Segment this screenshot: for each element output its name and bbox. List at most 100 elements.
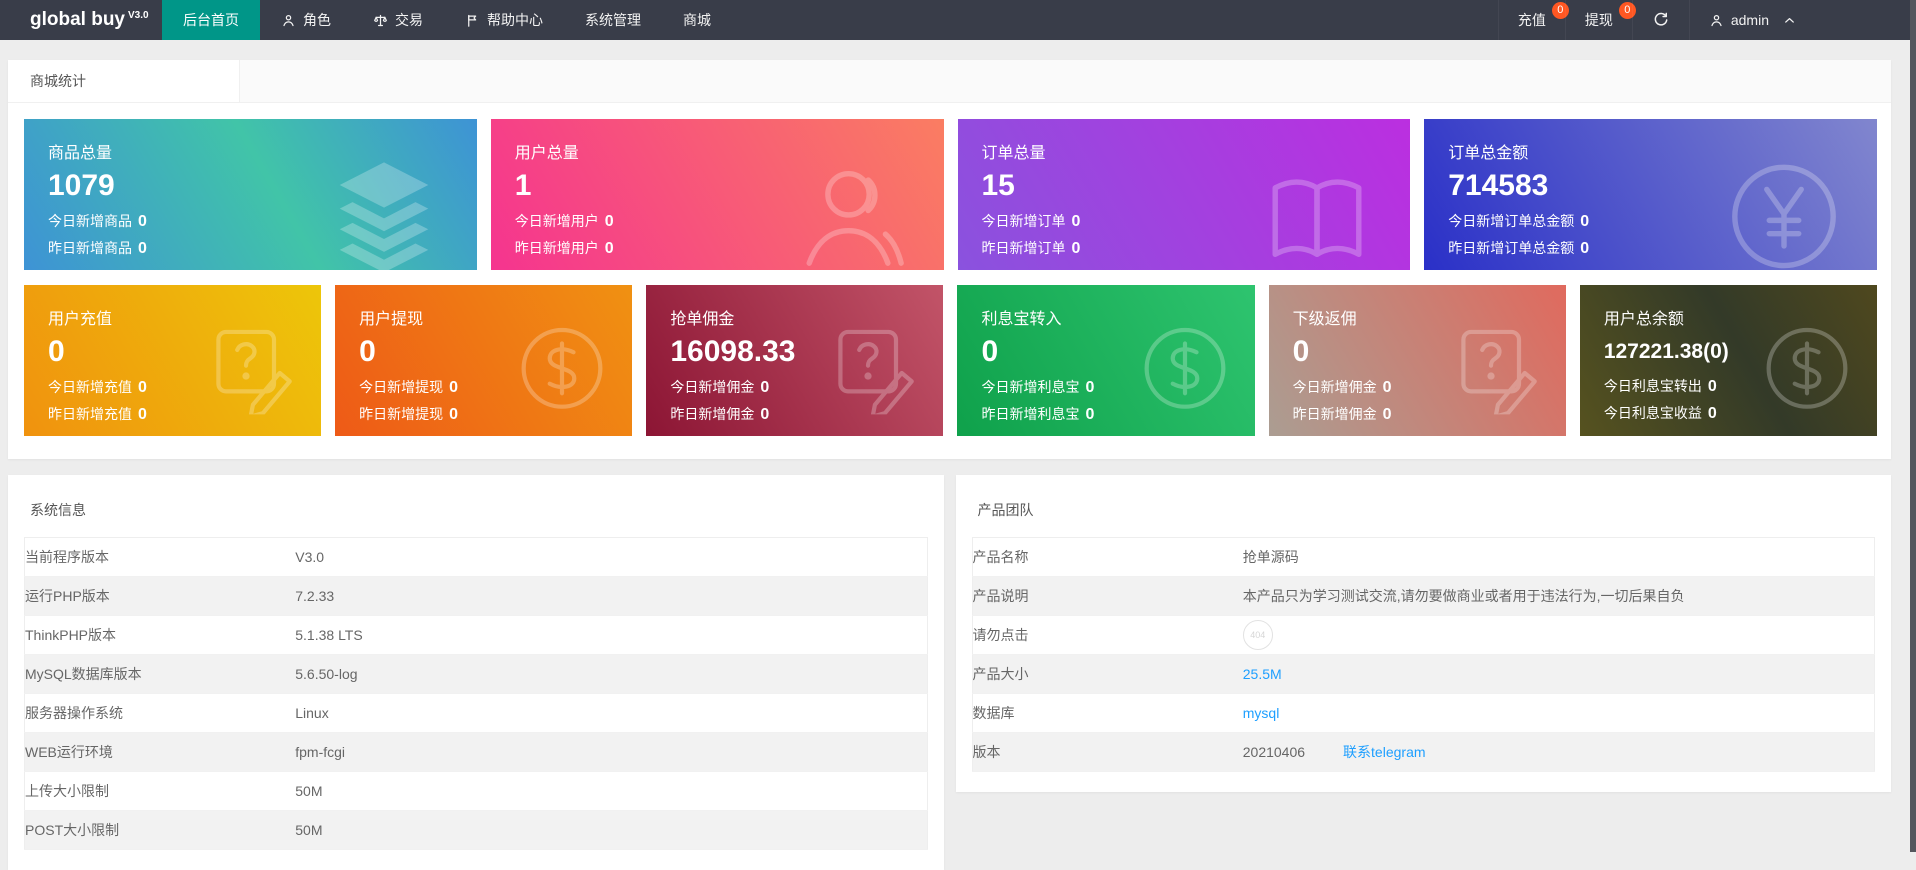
scale-icon	[373, 13, 388, 28]
row-value: 5.1.38 LTS	[295, 615, 927, 655]
nav-item-2[interactable]: 交易	[352, 0, 444, 40]
app-logo: global buy V3.0	[0, 0, 162, 40]
stat-card-doc-question-4: 下级返佣 0 今日新增佣金 0 昨日新增佣金 0	[1268, 285, 1566, 436]
table-row: 服务器操作系统 Linux	[24, 693, 927, 733]
product-team-table: 产品名称 抢单源码 产品说明 本产品只为学习测试交流,请勿要做商业或者用于违法行为,一…	[971, 537, 1875, 772]
telegram-link[interactable]: 联系telegram	[1343, 744, 1425, 760]
product-team-rows: 产品名称 抢单源码 产品说明 本产品只为学习测试交流,请勿要做商业或者用于违法行为,一…	[972, 537, 1875, 772]
table-row: 产品大小 25.5M	[972, 654, 1875, 694]
system-info-table: 当前程序版本 V3.0 运行PHP版本 7.2.33 ThinkPHP版本 5.1.38 …	[24, 537, 928, 850]
nav-item-label: 后台首页	[183, 12, 239, 28]
tab-mall-statistics[interactable]: 商城统计	[8, 60, 240, 102]
nav-item-5[interactable]: 商城	[662, 0, 732, 40]
nav-item-1[interactable]: 角色	[260, 0, 352, 40]
row-label: MySQL数据库版本	[24, 654, 296, 694]
row-label: 运行PHP版本	[24, 576, 296, 616]
stat-card-dollar-circle-1: 用户提现 0 今日新增提现 0 昨日新增提现 0	[335, 285, 633, 436]
nav-item-3[interactable]: 帮助中心	[444, 0, 564, 40]
refresh-icon	[1652, 11, 1670, 29]
nav-item-label: 角色	[303, 12, 331, 28]
stat-card-doc-question-0: 用户充值 0 今日新增充值 0 昨日新增充值 0	[24, 285, 322, 436]
nav-item-0[interactable]: 后台首页	[162, 0, 260, 40]
chevron-up-icon	[1782, 13, 1797, 28]
page-body: 商城统计 商品总量 1079 今日新增商品 0 昨日新增商品 0 用户总量 1 今日新增用户 0 昨…	[0, 40, 1916, 870]
row-value: 50M	[295, 810, 927, 850]
user-icon	[792, 157, 910, 270]
flag-icon	[465, 13, 480, 28]
row-label: 当前程序版本	[24, 537, 296, 577]
row-value-text: 抢单源码	[1242, 549, 1299, 565]
value-link[interactable]: 25.5M	[1243, 666, 1282, 682]
withdraw-label: 提现	[1584, 12, 1613, 28]
nav-menu: 后台首页 角色 交易 帮助中心 系统管理 商城	[162, 0, 732, 40]
doc-question-icon	[1450, 322, 1542, 419]
row-value: 本产品只为学习测试交流,请勿要做商业或者用于违法行为,一切后果自负	[1242, 576, 1875, 616]
table-row: 产品名称 抢单源码	[972, 537, 1875, 577]
stat-card-book-2: 订单总量 15 今日新增订单 0 昨日新增订单 0	[957, 119, 1411, 270]
stats-row-2: 用户充值 0 今日新增充值 0 昨日新增充值 0 用户提现 0 今日新增提现 0 昨日新增提现 0 抢单…	[24, 285, 1877, 436]
system-info-rows: 当前程序版本 V3.0 运行PHP版本 7.2.33 ThinkPHP版本 5.1.38 …	[24, 537, 927, 850]
app-title: global buy	[30, 9, 125, 30]
book-icon	[1258, 157, 1376, 270]
row-value: mysql	[1242, 693, 1875, 733]
window-scrollbar[interactable]	[1910, 0, 1916, 852]
row-value: 抢单源码	[1242, 537, 1875, 577]
app-version: V3.0	[128, 9, 149, 21]
table-row: 数据库 mysql	[972, 693, 1875, 733]
table-row: 版本 20210406 联系telegram	[972, 732, 1875, 772]
table-row: 产品说明 本产品只为学习测试交流,请勿要做商业或者用于违法行为,一切后果自负	[972, 576, 1875, 616]
row-value: 50M	[295, 771, 927, 811]
row-label: 请勿点击	[972, 615, 1243, 655]
stat-card-layers-0: 商品总量 1079 今日新增商品 0 昨日新增商品 0	[24, 119, 477, 270]
product-team-panel: 产品团队 产品名称 抢单源码 产品说明 本产品只为学习测试交流,请勿要做商业或者用于违…	[955, 475, 1891, 792]
table-row: WEB运行环境 fpm-fcgi	[24, 732, 927, 772]
recharge-button[interactable]: 充值 0	[1497, 0, 1569, 40]
user-icon	[1709, 13, 1724, 28]
row-label: WEB运行环境	[24, 732, 296, 772]
table-row: MySQL数据库版本 5.6.50-log	[24, 654, 927, 694]
withdraw-button[interactable]: 提现 0	[1564, 0, 1636, 40]
row-value: V3.0	[295, 537, 927, 577]
row-label: 服务器操作系统	[24, 693, 296, 733]
value-link[interactable]: mysql	[1243, 705, 1280, 721]
nav-item-label: 帮助中心	[487, 12, 543, 28]
table-row: ThinkPHP版本 5.1.38 LTS	[24, 615, 927, 655]
stat-card-yen-circle-3: 订单总金额 714583 今日新增订单总金额 0 昨日新增订单总金额 0	[1424, 119, 1877, 270]
nav-item-label: 交易	[395, 12, 423, 28]
recharge-label: 充值	[1517, 12, 1546, 28]
layers-icon	[325, 157, 443, 270]
product-team-title: 产品团队	[977, 502, 1034, 518]
row-label: 版本	[972, 732, 1243, 772]
nav-item-4[interactable]: 系统管理	[564, 0, 662, 40]
admin-menu[interactable]: admin	[1688, 0, 1816, 40]
dollar-circle-icon	[516, 322, 608, 414]
stat-card-doc-question-2: 抢单佣金 16098.33 今日新增佣金 0 昨日新增佣金 0	[646, 285, 944, 436]
nav-right: 充值 0 提现 0 admin	[1497, 0, 1916, 40]
table-row: 请勿点击 404	[972, 615, 1875, 655]
table-row: 上传大小限制 50M	[24, 771, 927, 811]
refresh-button[interactable]	[1631, 0, 1689, 40]
stats-panel: 商城统计 商品总量 1079 今日新增商品 0 昨日新增商品 0 用户总量 1 今日新增用户 0 昨…	[8, 60, 1891, 459]
stats-cards: 商品总量 1079 今日新增商品 0 昨日新增商品 0 用户总量 1 今日新增用户 0 昨日新增用户…	[8, 103, 1891, 459]
row-label: 上传大小限制	[24, 771, 296, 811]
doc-question-icon	[827, 322, 919, 419]
system-info-title: 系统信息	[30, 502, 86, 518]
table-row: 运行PHP版本 7.2.33	[24, 576, 927, 616]
top-navbar: global buy V3.0 后台首页 角色 交易 帮助中心 系统管理 商城 充值 0 …	[0, 0, 1916, 40]
stats-row-1: 商品总量 1079 今日新增商品 0 昨日新增商品 0 用户总量 1 今日新增用户 0 昨日新增用户…	[24, 119, 1877, 270]
nav-item-label: 商城	[683, 12, 711, 28]
row-value: 20210406 联系telegram	[1242, 732, 1875, 772]
nav-item-label: 系统管理	[585, 12, 641, 28]
dollar-circle-icon	[1139, 322, 1231, 414]
row-value: 404	[1242, 615, 1875, 655]
row-label: 数据库	[972, 693, 1243, 733]
row-value: Linux	[295, 693, 927, 733]
row-value: fpm-fcgi	[295, 732, 927, 772]
table-row: POST大小限制 50M	[24, 810, 927, 850]
bottom-section: 系统信息 当前程序版本 V3.0 运行PHP版本 7.2.33 ThinkPHP版本 5.…	[8, 475, 1891, 870]
stat-card-dollar-circle-3: 利息宝转入 0 今日新增利息宝 0 昨日新增利息宝 0	[957, 285, 1255, 436]
stats-tabbar: 商城统计	[8, 60, 1891, 103]
row-label: 产品说明	[972, 576, 1243, 616]
row-value: 25.5M	[1242, 654, 1875, 694]
stat-card-dollar-circle-5: 用户总余额 127221.38(0) 今日利息宝转出 0 今日利息宝收益 0	[1579, 285, 1877, 436]
